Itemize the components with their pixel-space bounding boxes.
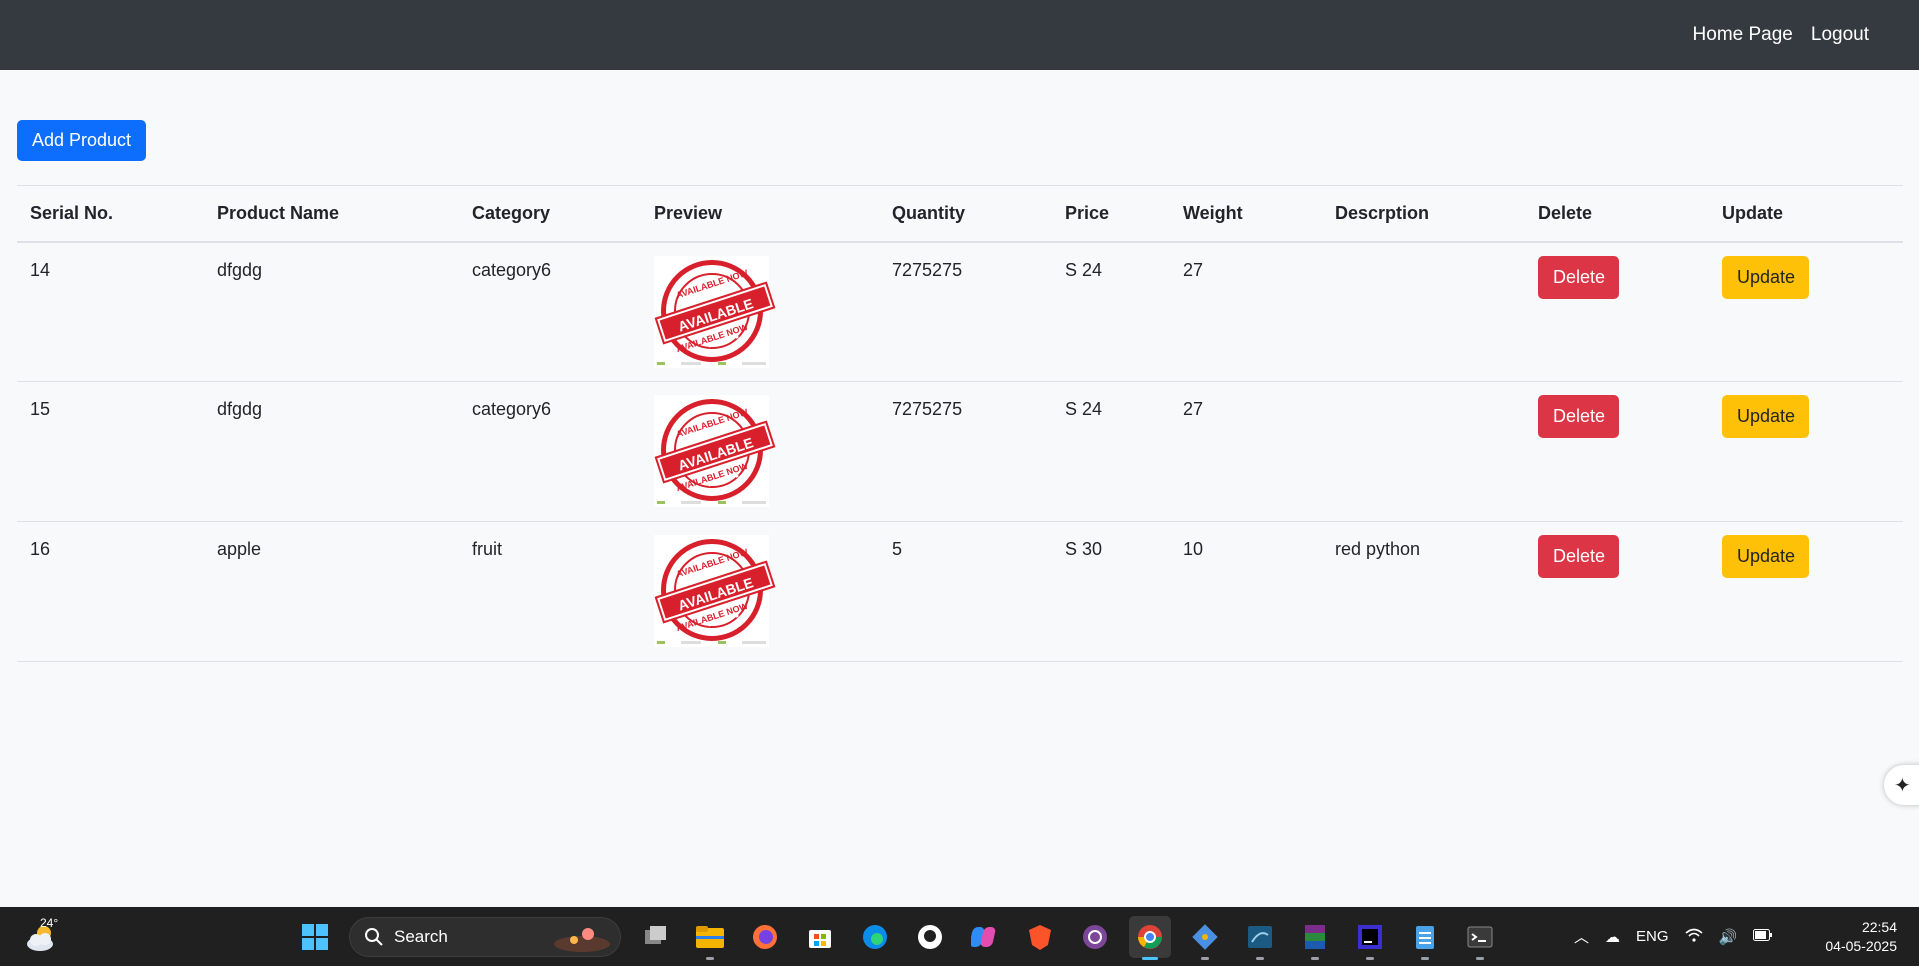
table-header-row: Serial No. Product Name Category Preview… xyxy=(17,185,1903,243)
cell-update: Update xyxy=(1709,521,1903,662)
cell-delete: Delete xyxy=(1525,381,1709,522)
cell-delete: Delete xyxy=(1525,241,1709,382)
terminal-icon[interactable] xyxy=(1459,916,1501,960)
sparkle-assistant-button[interactable]: ✦ xyxy=(1884,765,1919,805)
notepad-icon[interactable] xyxy=(1404,916,1446,960)
cell-category: category6 xyxy=(459,381,641,522)
nav-links: Home Page Logout xyxy=(1693,0,1869,70)
taskbar-search-box[interactable]: Search xyxy=(349,916,621,957)
product-preview-image: AVAILABLE NOW AVAILABLE NOW AVAILABLE NO… xyxy=(654,255,775,368)
system-clock[interactable]: 22:54 04-05-2025 xyxy=(1825,918,1897,956)
header-delete: Delete xyxy=(1525,185,1709,243)
clock-date: 04-05-2025 xyxy=(1825,938,1897,954)
clock-time: 22:54 xyxy=(1861,919,1897,935)
cloud-offline-icon[interactable]: ☁ xyxy=(1605,928,1620,946)
cell-update: Update xyxy=(1709,381,1903,522)
header-price: Price xyxy=(1052,185,1170,243)
system-tray: ︿ ☁ ENG 🔊 xyxy=(1574,907,1773,966)
cell-product-name: dfgdg xyxy=(204,381,459,522)
cell-weight: 27 xyxy=(1170,381,1322,522)
table-row: 16 apple fruit AVAILABLE NOW AVAILABLE N… xyxy=(17,521,1903,662)
cell-category: fruit xyxy=(459,521,641,662)
header-description: Descrption xyxy=(1322,185,1525,243)
cell-preview: AVAILABLE NOW AVAILABLE NOW AVAILABLE NO… xyxy=(641,381,879,522)
home-page-link[interactable]: Home Page xyxy=(1693,24,1793,46)
tor-icon[interactable] xyxy=(1074,916,1116,958)
windows-start-icon[interactable] xyxy=(294,916,336,958)
firefox-icon[interactable] xyxy=(744,916,786,958)
chrome-icon[interactable] xyxy=(1129,915,1171,960)
intellij-icon[interactable] xyxy=(1349,916,1391,960)
winrar-icon[interactable] xyxy=(1294,916,1336,960)
weather-temp: 24° xyxy=(40,916,59,930)
cell-product-name: apple xyxy=(204,521,459,662)
delete-button[interactable]: Delete xyxy=(1538,535,1619,578)
header-update: Update xyxy=(1709,185,1903,243)
product-preview-image: AVAILABLE NOW AVAILABLE NOW AVAILABLE NO… xyxy=(654,395,775,507)
chevron-up-icon[interactable]: ︿ xyxy=(1574,926,1589,947)
task-view-icon[interactable] xyxy=(634,916,676,958)
header-serial: Serial No. xyxy=(17,185,204,243)
table-row: 14 dfgdg category6 AVAILABLE NOW AVAILAB… xyxy=(17,241,1903,382)
cell-serial: 16 xyxy=(17,521,204,662)
available-now-stamp: AVAILABLE NOW AVAILABLE NOW AVAILABLE NO… xyxy=(655,259,775,362)
search-icon xyxy=(365,927,383,946)
cell-description: red python xyxy=(1322,521,1525,662)
copilot-icon[interactable] xyxy=(964,916,1006,958)
header-preview: Preview xyxy=(641,185,879,243)
cell-description xyxy=(1322,241,1525,382)
mysql-workbench-icon[interactable] xyxy=(1239,916,1281,960)
logout-link[interactable]: Logout xyxy=(1811,24,1869,46)
github-icon[interactable] xyxy=(909,916,951,958)
available-now-stamp: AVAILABLE NOW AVAILABLE NOW AVAILABLE NO… xyxy=(655,399,775,501)
update-button[interactable]: Update xyxy=(1722,255,1809,299)
taskbar-apps: Search xyxy=(294,907,1501,966)
store-icon[interactable] xyxy=(799,916,841,958)
cell-quantity: 7275275 xyxy=(879,241,1052,382)
cell-serial: 15 xyxy=(17,381,204,522)
cell-price: S 30 xyxy=(1052,521,1170,662)
update-button[interactable]: Update xyxy=(1722,535,1809,578)
cell-price: S 24 xyxy=(1052,381,1170,522)
cell-quantity: 5 xyxy=(879,521,1052,662)
delete-button[interactable]: Delete xyxy=(1538,395,1619,438)
cell-quantity: 7275275 xyxy=(879,381,1052,522)
volume-icon[interactable]: 🔊 xyxy=(1719,928,1738,946)
cell-category: category6 xyxy=(459,241,641,382)
language-indicator[interactable]: ENG xyxy=(1636,928,1669,945)
search-highlight-icon xyxy=(554,927,610,952)
cell-weight: 27 xyxy=(1170,241,1322,382)
cell-weight: 10 xyxy=(1170,521,1322,662)
products-table: Serial No. Product Name Category Preview… xyxy=(17,185,1903,662)
header-quantity: Quantity xyxy=(879,185,1052,243)
cell-preview: AVAILABLE NOW AVAILABLE NOW AVAILABLE NO… xyxy=(641,521,879,662)
windows-taskbar: 24° Search ︿ ☁ ENG 🔊 22:54 04-05-2025 xyxy=(0,907,1919,966)
available-now-stamp: AVAILABLE NOW AVAILABLE NOW AVAILABLE NO… xyxy=(655,539,775,641)
product-preview-image: AVAILABLE NOW AVAILABLE NOW AVAILABLE NO… xyxy=(654,535,775,647)
table-row: 15 dfgdg category6 AVAILABLE NOW AVAILAB… xyxy=(17,381,1903,522)
cell-delete: Delete xyxy=(1525,521,1709,662)
top-navbar: Home Page Logout xyxy=(0,0,1919,70)
cell-price: S 24 xyxy=(1052,241,1170,382)
battery-icon[interactable] xyxy=(1753,928,1773,945)
file-explorer-icon[interactable] xyxy=(689,916,731,960)
cell-description xyxy=(1322,381,1525,522)
header-product-name: Product Name xyxy=(204,185,459,243)
header-category: Category xyxy=(459,185,641,243)
cell-preview: AVAILABLE NOW AVAILABLE NOW AVAILABLE NO… xyxy=(641,241,879,382)
add-product-button[interactable]: Add Product xyxy=(17,120,146,161)
cell-serial: 14 xyxy=(17,241,204,382)
header-weight: Weight xyxy=(1170,185,1322,243)
wifi-icon[interactable] xyxy=(1685,927,1703,947)
edge-icon[interactable] xyxy=(854,916,896,958)
search-label: Search xyxy=(394,926,448,946)
git-icon[interactable] xyxy=(1184,916,1226,960)
update-button[interactable]: Update xyxy=(1722,395,1809,438)
brave-icon[interactable] xyxy=(1019,916,1061,958)
cell-product-name: dfgdg xyxy=(204,241,459,382)
cell-update: Update xyxy=(1709,241,1903,382)
sparkle-icon: ✦ xyxy=(1894,774,1911,797)
delete-button[interactable]: Delete xyxy=(1538,255,1619,299)
